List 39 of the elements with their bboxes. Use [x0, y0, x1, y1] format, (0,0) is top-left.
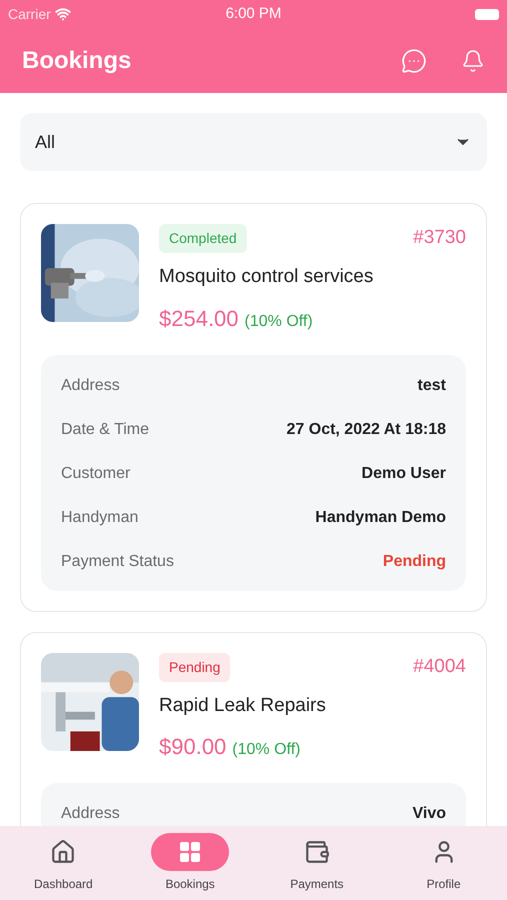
tab-item[interactable]: Payments	[254, 826, 380, 900]
tab-item[interactable]: Profile	[380, 826, 507, 900]
status-badge: Pending	[159, 652, 230, 682]
detail-value: test	[418, 376, 446, 396]
service-title: Rapid Leak Repairs	[159, 694, 327, 718]
tab-item[interactable]: Dashboard	[0, 826, 127, 900]
price: $90.00	[159, 733, 226, 761]
detail-value: Handyman Demo	[315, 508, 446, 528]
booking-card[interactable]: Completed #3730 Mosquito control services $254.00 (10% Off) Address test Date & Time 27 Oct, 2022 At 18:18 Customer Demo User Handyman Handyman Demo Payment Status Pending	[20, 203, 487, 612]
status-badge: Completed	[159, 224, 247, 253]
clock: 6:00 PM	[226, 4, 282, 24]
discount: (10% Off)	[232, 740, 300, 760]
detail-label: Customer	[61, 464, 130, 484]
wifi-icon	[54, 6, 71, 22]
chat-icon[interactable]	[401, 48, 427, 74]
grid-icon	[178, 840, 202, 864]
detail-label: Payment Status	[61, 552, 174, 572]
detail-label: Address	[61, 804, 120, 824]
notification-icon[interactable]	[461, 48, 485, 72]
page-title: Bookings	[22, 46, 132, 76]
service-title: Mosquito control services	[159, 265, 374, 289]
filter-dropdown[interactable]: All	[20, 113, 487, 171]
discount: (10% Off)	[244, 312, 313, 332]
booking-number: #3730	[413, 226, 466, 250]
carrier-label: Carrier	[8, 4, 51, 24]
tab-item[interactable]: Bookings	[126, 826, 254, 900]
wallet-icon	[304, 839, 330, 865]
booking-number: #4004	[413, 654, 466, 679]
detail-value: Vivo	[412, 804, 446, 824]
booking-card[interactable]: Pending #4004 Rapid Leak Repairs $90.00 (10% Off) Address Vivo	[20, 632, 487, 826]
home-icon	[50, 839, 76, 865]
battery-icon	[475, 8, 499, 20]
detail-value: 27 Oct, 2022 At 18:18	[286, 420, 446, 440]
price: $254.00	[159, 304, 239, 332]
detail-value: Pending	[382, 552, 446, 572]
detail-label: Date & Time	[61, 420, 150, 440]
detail-label: Handyman	[61, 508, 138, 528]
detail-value: Demo User	[362, 464, 446, 484]
detail-label: Address	[61, 376, 120, 396]
